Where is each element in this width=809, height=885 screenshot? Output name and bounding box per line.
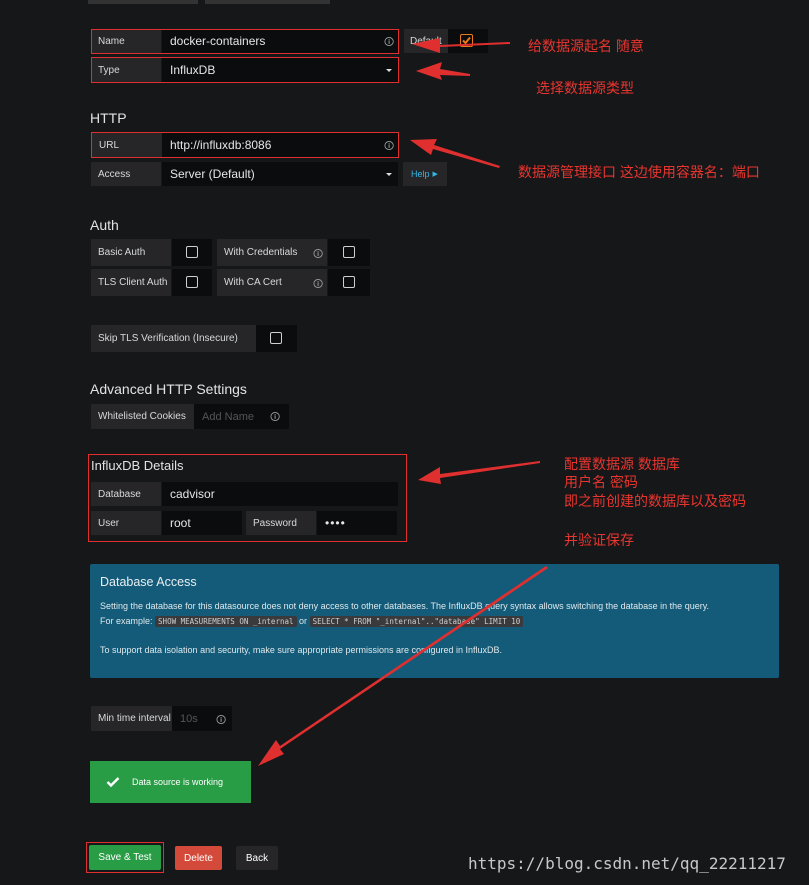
- password-label: Password: [246, 511, 316, 535]
- arrow-influx: [418, 461, 540, 484]
- database-access-text-1: Setting the database for this datasource…: [100, 601, 710, 611]
- basic-auth-label: Basic Auth: [91, 239, 171, 266]
- database-label: Database: [91, 482, 161, 506]
- save-test-button[interactable]: Save & Test: [89, 845, 161, 870]
- top-tab-stub-1[interactable]: [88, 0, 198, 4]
- skip-tls-label: Skip TLS Verification (Insecure): [91, 325, 256, 352]
- access-select[interactable]: Server (Default): [162, 162, 398, 186]
- skip-tls-checkbox[interactable]: [270, 332, 282, 344]
- annotation-type: 选择数据源类型: [536, 80, 634, 96]
- type-highlight-box: [91, 57, 399, 83]
- with-ca-cert-label: With CA Cert: [217, 269, 327, 296]
- annotation-name: 给数据源起名 随意: [528, 38, 644, 54]
- basic-auth-checkbox-wrap[interactable]: [172, 239, 212, 266]
- access-chevron-down-icon: [386, 173, 392, 176]
- with-credentials-checkbox-wrap[interactable]: [328, 239, 370, 266]
- check-icon: [106, 777, 120, 788]
- auth-heading: Auth: [90, 217, 119, 233]
- checkmark-icon: [462, 36, 471, 45]
- skip-tls-checkbox-wrap[interactable]: [256, 325, 297, 352]
- with-ca-cert-info-icon: 🛈: [313, 279, 324, 290]
- database-access-text-2: To support data isolation and security, …: [100, 645, 503, 655]
- example-code-2: SELECT * FROM "_internal".."database" LI…: [309, 616, 524, 627]
- default-label: Default: [404, 29, 448, 53]
- example-or: or: [299, 616, 308, 626]
- with-ca-cert-checkbox[interactable]: [343, 276, 355, 288]
- annotation-db-4: 并验证保存: [564, 532, 634, 548]
- user-label: User: [91, 511, 161, 535]
- annotation-url: 数据源管理接口 这边使用容器名：端口: [518, 164, 760, 180]
- basic-auth-checkbox[interactable]: [186, 246, 198, 258]
- access-label: Access: [91, 162, 161, 186]
- with-credentials-checkbox[interactable]: [343, 246, 355, 258]
- annotation-db-1: 配置数据源 数据库: [564, 456, 680, 472]
- chevron-right-icon: ▶: [432, 171, 438, 178]
- tls-client-auth-checkbox[interactable]: [186, 276, 198, 288]
- tls-client-auth-label: TLS Client Auth: [91, 269, 171, 296]
- database-access-title: Database Access: [100, 575, 197, 589]
- annotation-db-2: 用户名 密码: [564, 474, 638, 490]
- default-checkbox[interactable]: [460, 34, 473, 47]
- database-access-example: For example: SHOW MEASUREMENTS ON _inter…: [100, 616, 524, 627]
- arrow-type: [416, 62, 470, 80]
- with-credentials-label: With Credentials: [217, 239, 327, 266]
- success-message: Data source is working: [132, 777, 224, 787]
- with-credentials-info-icon: 🛈: [313, 249, 324, 260]
- database-input[interactable]: cadvisor: [162, 482, 398, 506]
- influx-heading: InfluxDB Details: [91, 458, 184, 473]
- delete-button[interactable]: Delete: [175, 846, 222, 870]
- help-button[interactable]: Help ▶: [403, 162, 447, 186]
- cookies-label: Whitelisted Cookies: [91, 404, 194, 429]
- advanced-heading: Advanced HTTP Settings: [90, 381, 247, 397]
- watermark: https://blog.csdn.net/qq_22211217: [468, 854, 786, 873]
- http-heading: HTTP: [90, 110, 127, 126]
- url-highlight-box: [91, 132, 399, 158]
- annotation-db-3: 即之前创建的数据库以及密码: [564, 493, 746, 509]
- example-code-1: SHOW MEASUREMENTS ON _internal: [155, 616, 297, 627]
- min-interval-info-icon: 🛈: [216, 715, 227, 726]
- success-alert: Data source is working: [90, 761, 251, 803]
- tls-client-auth-checkbox-wrap[interactable]: [172, 269, 212, 296]
- help-label: Help: [411, 169, 430, 179]
- example-prefix: For example:: [100, 616, 153, 626]
- user-input[interactable]: root: [162, 511, 242, 535]
- cookies-info-icon: 🛈: [270, 412, 281, 423]
- password-input[interactable]: ••••: [317, 511, 397, 535]
- min-interval-label: Min time interval: [91, 706, 172, 731]
- default-checkbox-wrap[interactable]: [448, 29, 488, 53]
- back-button[interactable]: Back: [236, 846, 278, 870]
- with-ca-cert-checkbox-wrap[interactable]: [328, 269, 370, 296]
- top-tab-stub-2[interactable]: [205, 0, 330, 4]
- database-access-box: Database Access Setting the database for…: [90, 564, 779, 678]
- name-highlight-box: [91, 29, 399, 54]
